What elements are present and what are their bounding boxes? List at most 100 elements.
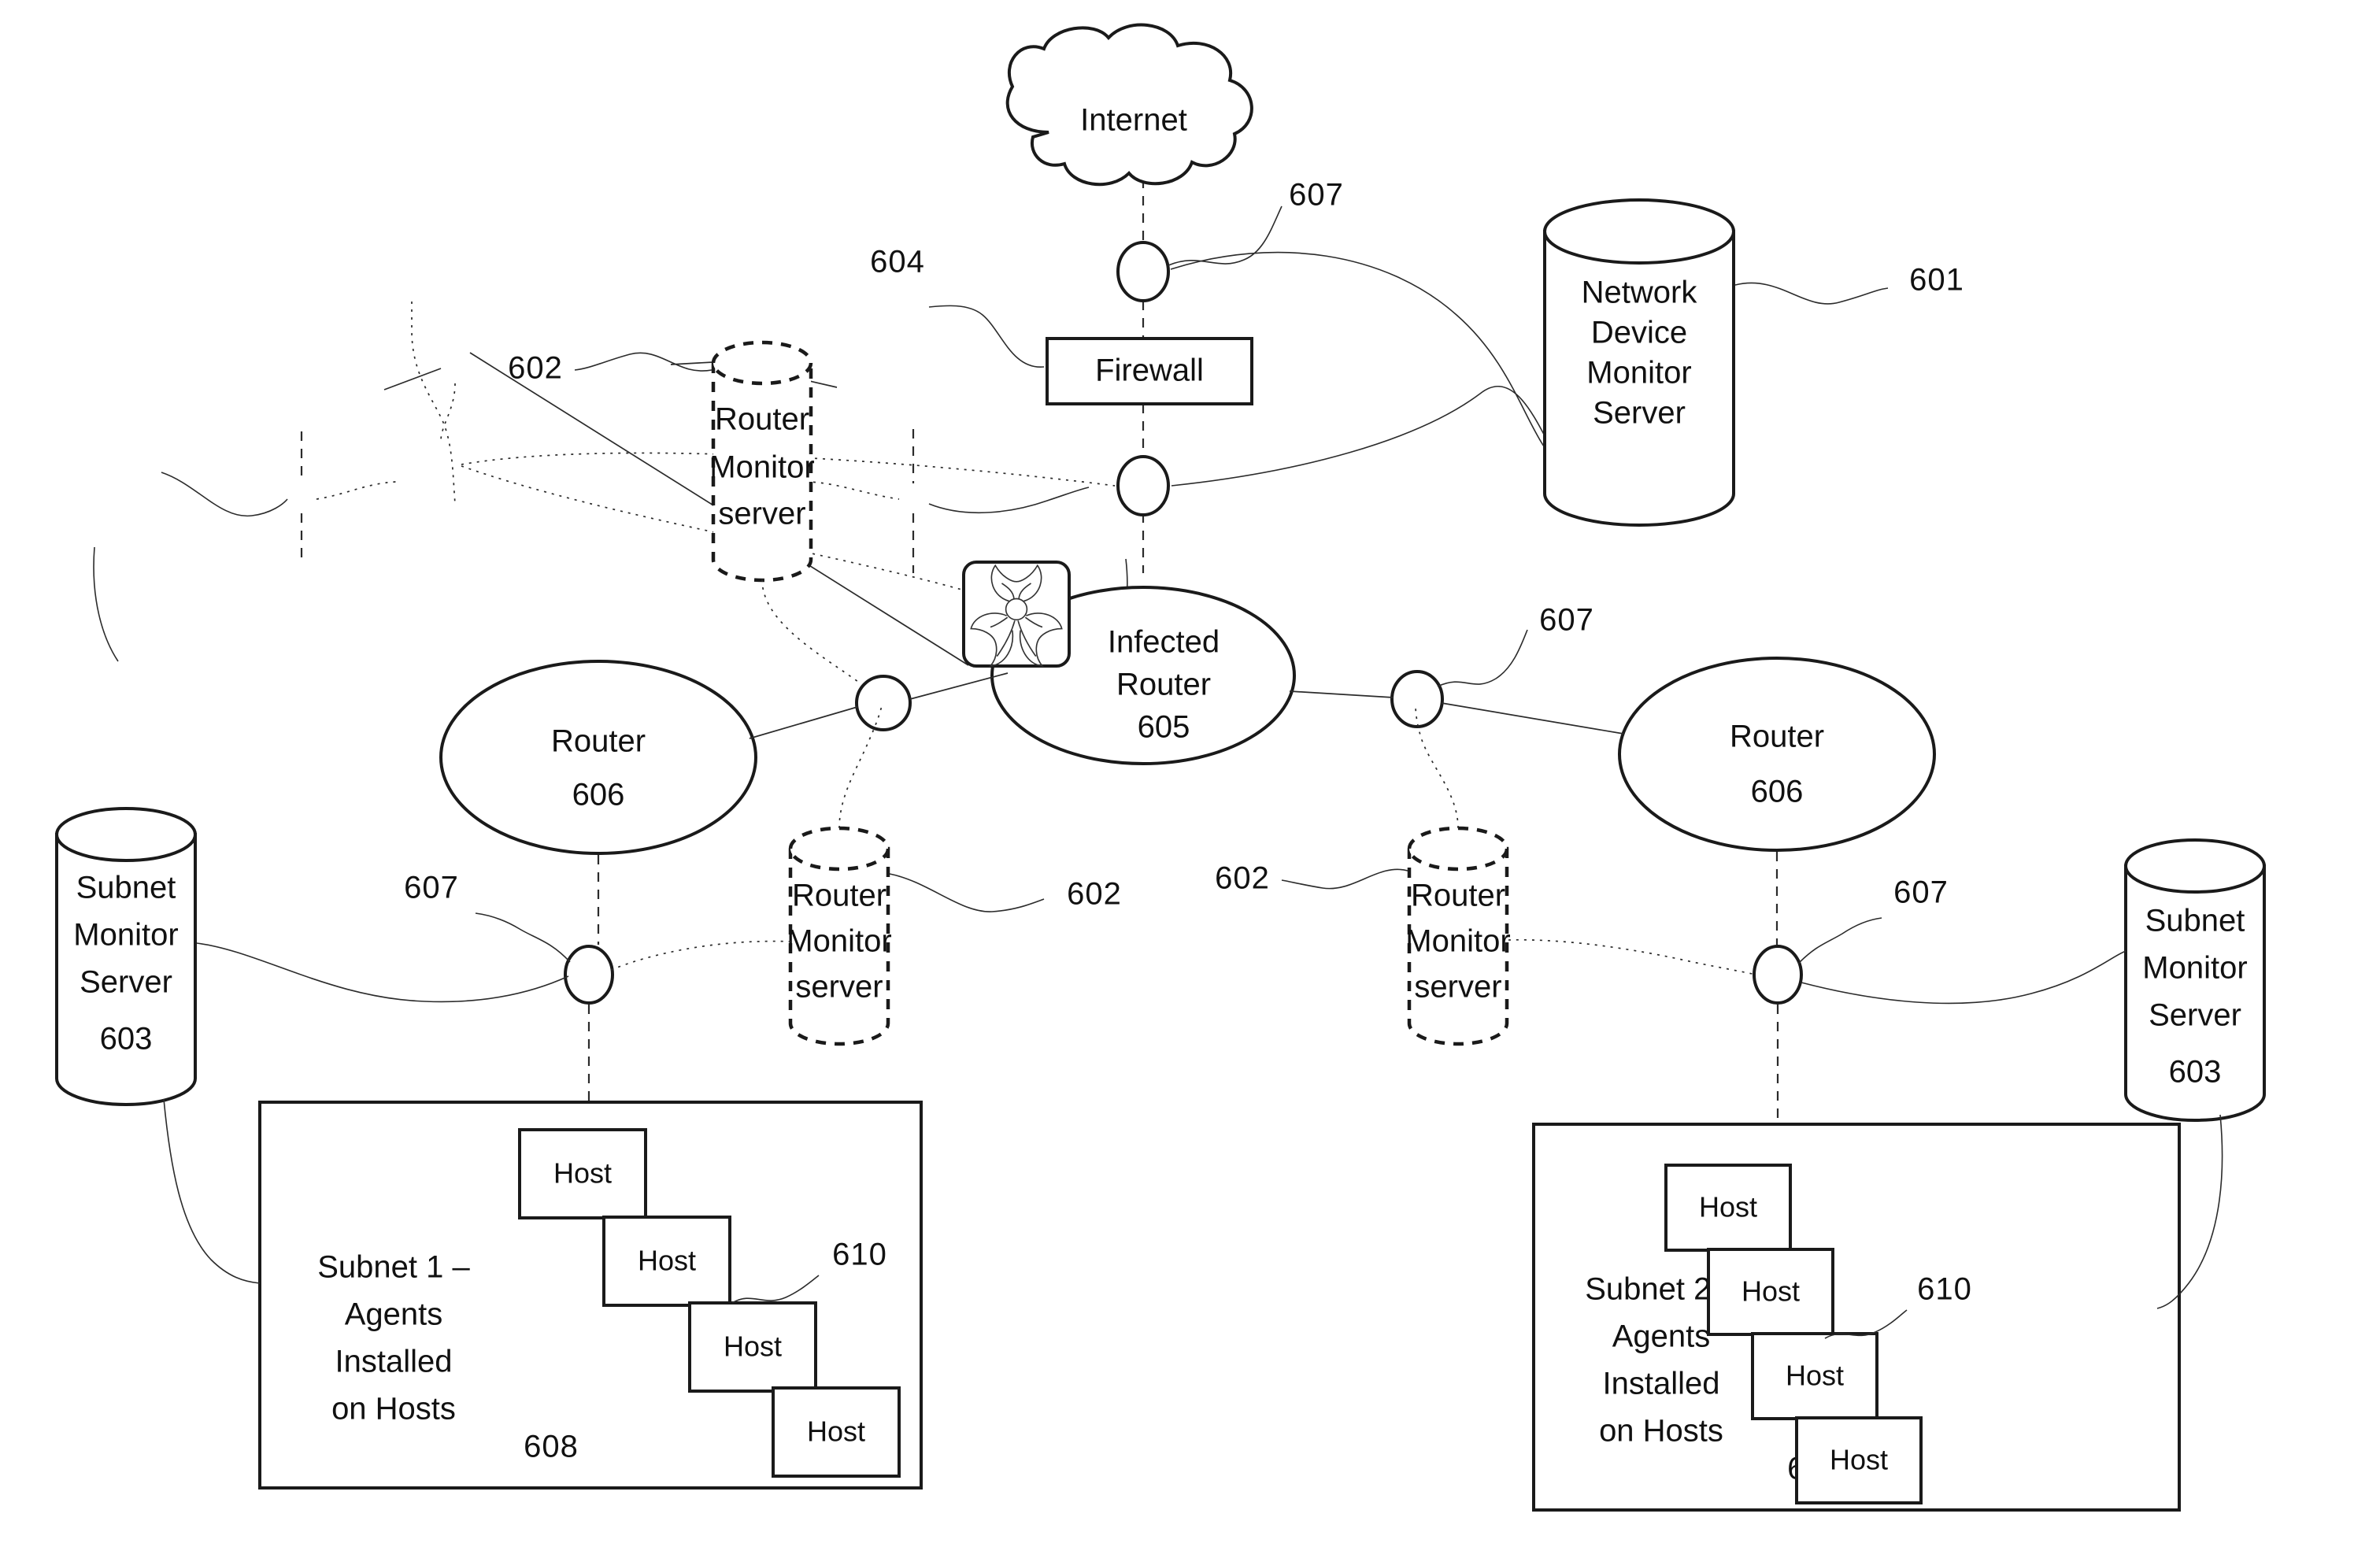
link-sms-left-to-node-e [161, 472, 288, 517]
ref-601: 601 [1909, 263, 1964, 298]
leader-602-b [889, 873, 1045, 912]
subnet1-ref: 608 [524, 1430, 579, 1464]
rms2-line-2: Monitor [787, 924, 891, 959]
sms-right-line-3: Server [2149, 998, 2241, 1033]
ref-602-c: 602 [1215, 861, 1270, 896]
host-label: Host [1699, 1191, 1757, 1223]
firewall-box: Firewall [1046, 337, 1253, 405]
subnet1-line-3: Installed [335, 1345, 453, 1379]
link-node-c-router-left [749, 706, 858, 739]
subnet1-line-2: Agents [345, 1297, 443, 1332]
sms-right-ref: 603 [2169, 1055, 2222, 1090]
infected-router-ref: 605 [1138, 710, 1190, 745]
subnet2-line-2: Agents [1612, 1319, 1711, 1354]
sms-left-ref: 603 [100, 1022, 153, 1057]
leader-602-c [1281, 868, 1408, 890]
router-monitor-server-1: Router Monitor server [709, 340, 815, 583]
ref-607-a: 607 [1289, 178, 1344, 213]
connection-node-607-a[interactable] [1116, 241, 1170, 302]
link-node-f-to-sms-right [928, 487, 1090, 514]
router-right-label: Router [1730, 720, 1824, 754]
host-box[interactable]: Host [602, 1216, 731, 1307]
link-node-c-down [440, 383, 456, 442]
host-box[interactable]: Host [1795, 1416, 1923, 1504]
subnet2-line-4: on Hosts [1599, 1414, 1723, 1449]
host-label: Host [1786, 1360, 1844, 1392]
link-rms1-to-node-c [411, 302, 456, 505]
router-right: Router 606 [1618, 657, 1936, 852]
link-node-d-router-right [1441, 702, 1624, 735]
subnet1-line-4: on Hosts [331, 1392, 456, 1427]
subnet-2-box: Subnet 2 – Agents Installed on Hosts 609… [1532, 1123, 2181, 1512]
router-right-ref: 606 [1751, 775, 1804, 809]
leader-602-a [574, 352, 713, 372]
infected-router-line-1: Infected [1108, 625, 1220, 660]
link-rms1-down-node-c [761, 579, 859, 683]
host-label: Host [638, 1245, 696, 1277]
rms1-line-3: server [718, 497, 805, 531]
sms-left-line-2: Monitor [73, 918, 178, 953]
router-left-ref: 606 [572, 778, 625, 812]
rms1-line-2: Monitor [709, 450, 814, 485]
sms-left-line-1: Subnet [76, 871, 176, 905]
link-rms2-node-c [838, 705, 883, 829]
link-node-e-rms2 [610, 940, 791, 971]
host-label: Host [553, 1157, 612, 1190]
host-box[interactable]: Host [518, 1128, 647, 1219]
router-left: Router 606 [439, 660, 757, 855]
connection-node-607-c[interactable] [855, 675, 912, 731]
connection-node-607-c2[interactable] [564, 945, 614, 1005]
host-label: Host [1830, 1444, 1888, 1476]
leader-607-c [475, 912, 571, 963]
subnet-monitor-server-right: Subnet Monitor Server 603 [2124, 838, 2266, 1122]
leader-604 [928, 305, 1045, 368]
rms3-line-1: Router [1411, 879, 1505, 913]
router-monitor-server-3: Router Monitor server [1405, 826, 1511, 1046]
subnet2-line-3: Installed [1603, 1367, 1720, 1401]
subnet1-host-ref: 610 [832, 1238, 887, 1272]
link-sms-left-subnet1 [163, 1098, 261, 1284]
ref-607-c: 607 [404, 871, 459, 905]
rms2-line-3: server [795, 970, 883, 1005]
host-box[interactable]: Host [1751, 1332, 1878, 1420]
biohazard-icon [962, 561, 1071, 668]
network-device-monitor-server: Network Device Monitor Server [1543, 198, 1735, 527]
link-rms3-to-node-f [805, 481, 900, 500]
rms3-line-3: server [1414, 970, 1501, 1005]
sms-right-line-2: Monitor [2142, 951, 2247, 986]
host-box[interactable]: Host [1664, 1164, 1792, 1252]
leader-607-b [1437, 629, 1528, 687]
connection-node-607-d2[interactable] [1753, 945, 1803, 1005]
subnet2-host-ref: 610 [1917, 1272, 1972, 1307]
connection-node-607-b[interactable] [1116, 455, 1170, 516]
host-box[interactable]: Host [772, 1386, 901, 1478]
ndms-line-4: Server [1593, 396, 1686, 431]
subnet-1-box: Subnet 1 – Agents Installed on Hosts 608… [258, 1101, 923, 1490]
ref-604: 604 [870, 245, 925, 279]
ndms-line-3: Monitor [1586, 356, 1691, 390]
leader-601 [1734, 282, 1889, 305]
host-label: Host [724, 1330, 782, 1363]
rms3-line-2: Monitor [1405, 924, 1510, 959]
router-monitor-server-2: Router Monitor server [787, 826, 892, 1046]
network-diagram: Internet 607 Firewall 604 Network Device… [55, 23, 2266, 1512]
router-left-label: Router [551, 724, 646, 759]
subnet-monitor-server-left: Subnet Monitor Server 603 [55, 807, 197, 1106]
ndms-line-1: Network [1582, 276, 1698, 310]
leader-607-d [1797, 917, 1882, 964]
link-node-e-to-rms2 [316, 481, 397, 500]
sms-left-line-3: Server [80, 965, 172, 1000]
sms-right-line-1: Subnet [2145, 904, 2245, 938]
internet-cloud: Internet [1005, 23, 1253, 187]
link-router-left-to-node-c [383, 368, 442, 390]
host-box[interactable]: Host [688, 1301, 817, 1393]
link-node-f-sms-right [1801, 950, 2126, 1005]
host-label: Host [807, 1416, 865, 1448]
link-sms-left-to-subnet1 [93, 546, 119, 662]
diagram-canvas: Internet 607 Firewall 604 Network Device… [0, 0, 2380, 1558]
ndms-line-2: Device [1591, 316, 1687, 350]
link-rms3-node-f [1508, 938, 1756, 975]
ref-607-b: 607 [1539, 603, 1594, 638]
host-box[interactable]: Host [1707, 1248, 1834, 1336]
link-sms-left-node-e [196, 942, 569, 1003]
